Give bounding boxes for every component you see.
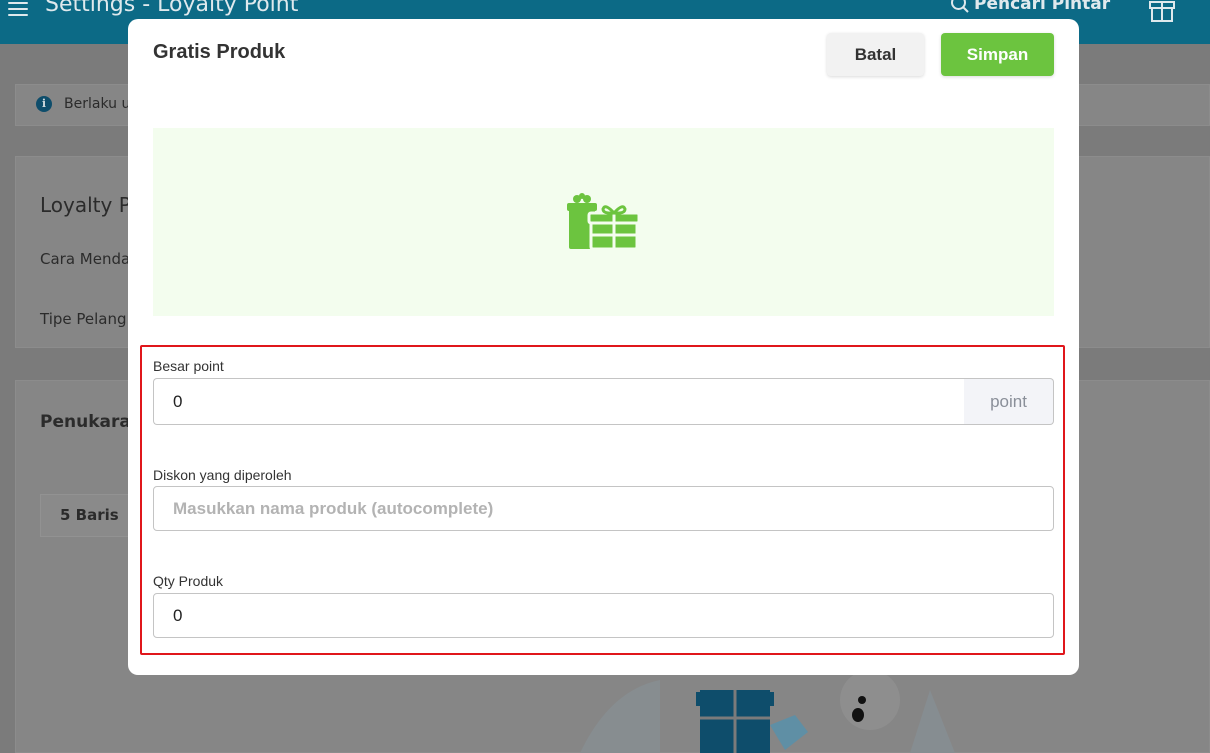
qty-field-label: Qty Produk xyxy=(153,573,224,589)
points-suffix: point xyxy=(964,378,1054,425)
hamburger-menu-icon[interactable] xyxy=(8,0,30,16)
smart-search-button[interactable]: Pencari Pintar xyxy=(950,0,1110,14)
smart-search-label: Pencari Pintar xyxy=(974,0,1111,14)
empty-state-illustration xyxy=(580,670,955,753)
dialog-title: Gratis Produk xyxy=(153,41,286,63)
gift-banner xyxy=(153,128,1054,316)
loyalty-section-title: Loyalty P xyxy=(40,193,131,217)
gift-icon xyxy=(567,193,639,251)
redemption-section-title: Penukara xyxy=(40,412,131,432)
product-qty-input[interactable] xyxy=(153,593,1054,638)
save-button[interactable]: Simpan xyxy=(941,33,1054,76)
info-text: Berlaku u xyxy=(64,96,131,112)
gift-box-icon[interactable] xyxy=(1148,0,1176,22)
info-icon: i xyxy=(36,96,52,112)
product-autocomplete-input[interactable] xyxy=(153,486,1054,531)
points-input[interactable] xyxy=(153,378,964,425)
discount-field-label: Diskon yang diperoleh xyxy=(153,467,292,483)
rows-per-page-label: 5 Baris xyxy=(60,506,119,524)
free-product-dialog: Gratis Produk Batal Simpan Besar point p… xyxy=(128,19,1079,675)
search-icon xyxy=(951,0,969,13)
earn-method-label: Cara Menda xyxy=(40,250,131,268)
page-title: Settings - Loyalty Point xyxy=(45,0,299,17)
cancel-button[interactable]: Batal xyxy=(827,33,924,76)
points-field-label: Besar point xyxy=(153,358,224,374)
customer-type-label: Tipe Pelang xyxy=(40,310,127,328)
